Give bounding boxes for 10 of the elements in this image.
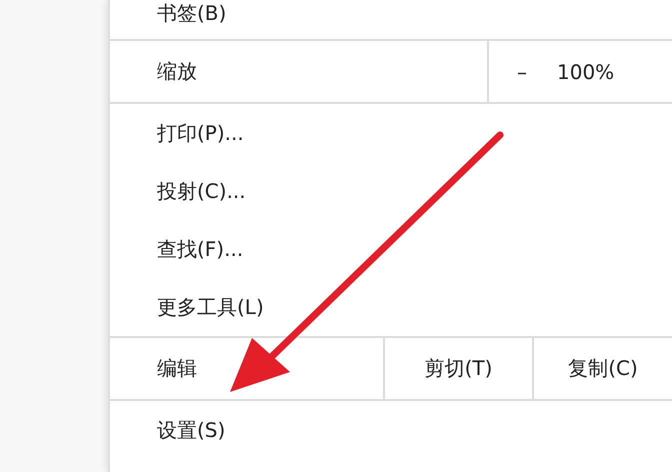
menu-item[interactable]: 更多工具(L) (110, 278, 672, 336)
menu-item[interactable]: 投射(C)... (110, 162, 672, 220)
zoom-level: 100% (557, 60, 614, 84)
menu-item[interactable]: 设置(S) (110, 401, 672, 459)
menu-item[interactable]: 打印(P)... (110, 104, 672, 162)
menu-item[interactable]: 查找(F)... (110, 220, 672, 278)
menu-item[interactable]: 书签(B) (110, 0, 672, 39)
menu-item-label: 缩放 (156, 58, 198, 85)
menu-item-label: 编辑 (156, 355, 198, 382)
menu-button[interactable]: 复制(C) (532, 338, 672, 399)
